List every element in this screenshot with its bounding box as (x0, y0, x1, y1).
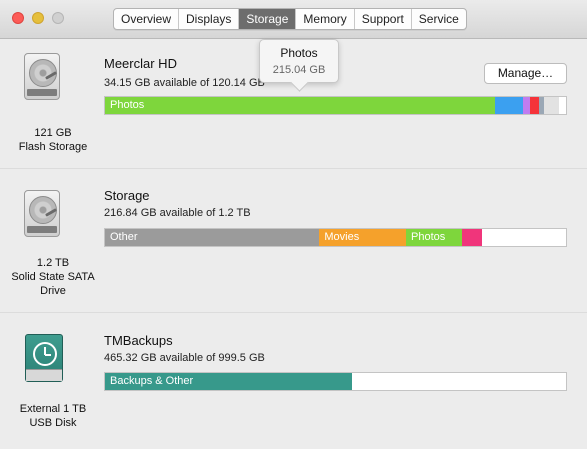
tab-overview[interactable]: Overview (114, 9, 180, 29)
disk-name: TMBackups (104, 333, 173, 348)
storage-tooltip: Photos 215.04 GB (259, 39, 339, 92)
divider (0, 168, 587, 169)
disk-type-label: Solid State SATA (11, 271, 95, 283)
storage-segment-other[interactable]: Other (105, 229, 320, 246)
manage-button[interactable]: Manage… (484, 63, 567, 84)
disk-type-label-2: Drive (40, 285, 66, 297)
disk-available-text: 465.32 GB available of 999.5 GB (104, 352, 265, 364)
storage-bar: Photos (104, 96, 567, 115)
disk-type-label: Flash Storage (18, 141, 88, 153)
disk-caption: 1.2 TB Solid State SATA Drive (0, 256, 108, 298)
storage-bar: Backups & Other (104, 372, 567, 391)
minimize-button[interactable] (32, 12, 44, 24)
close-button[interactable] (12, 12, 24, 24)
storage-bar: Other Movies Photos (104, 228, 567, 247)
tab-storage[interactable]: Storage (239, 9, 297, 29)
storage-pane: 121 GB Flash Storage Meerclar HD 34.15 G… (0, 39, 587, 449)
disk-capacity-label: 1.2 TB (36, 257, 70, 269)
tab-bar: Overview Displays Storage Memory Support… (113, 8, 467, 30)
storage-segment[interactable] (544, 97, 559, 114)
storage-segment[interactable] (523, 97, 531, 114)
tab-displays[interactable]: Displays (179, 9, 240, 29)
disk-available-text: 34.15 GB available of 120.14 GB (104, 77, 265, 89)
divider (0, 312, 587, 313)
storage-segment[interactable] (530, 97, 539, 114)
storage-segment[interactable] (462, 229, 482, 246)
tooltip-title: Photos (280, 46, 318, 60)
storage-segment[interactable] (494, 97, 524, 114)
ssd-disk-icon (24, 190, 60, 237)
tab-support[interactable]: Support (355, 9, 412, 29)
zoom-button[interactable] (52, 12, 64, 24)
storage-segment-backups-other[interactable]: Backups & Other (105, 373, 352, 390)
disk-type-label: USB Disk (29, 417, 77, 429)
disk-available-text: 216.84 GB available of 1.2 TB (104, 207, 251, 219)
disk-caption: External 1 TB USB Disk (0, 402, 108, 430)
storage-segment-photos[interactable]: Photos (105, 97, 495, 114)
tab-service[interactable]: Service (412, 9, 466, 29)
disk-capacity-label: 121 GB (34, 127, 72, 139)
flash-storage-disk-icon (24, 53, 60, 100)
storage-segment-movies[interactable]: Movies (319, 229, 407, 246)
disk-name: Meerclar HD (104, 56, 177, 71)
tab-memory[interactable]: Memory (296, 9, 355, 29)
disk-name: Storage (104, 188, 150, 203)
time-machine-disk-icon (25, 334, 63, 382)
disk-capacity-label: External 1 TB (19, 403, 87, 415)
disk-caption: 121 GB Flash Storage (0, 126, 108, 154)
storage-segment-photos[interactable]: Photos (406, 229, 463, 246)
window-titlebar: Overview Displays Storage Memory Support… (0, 0, 587, 39)
